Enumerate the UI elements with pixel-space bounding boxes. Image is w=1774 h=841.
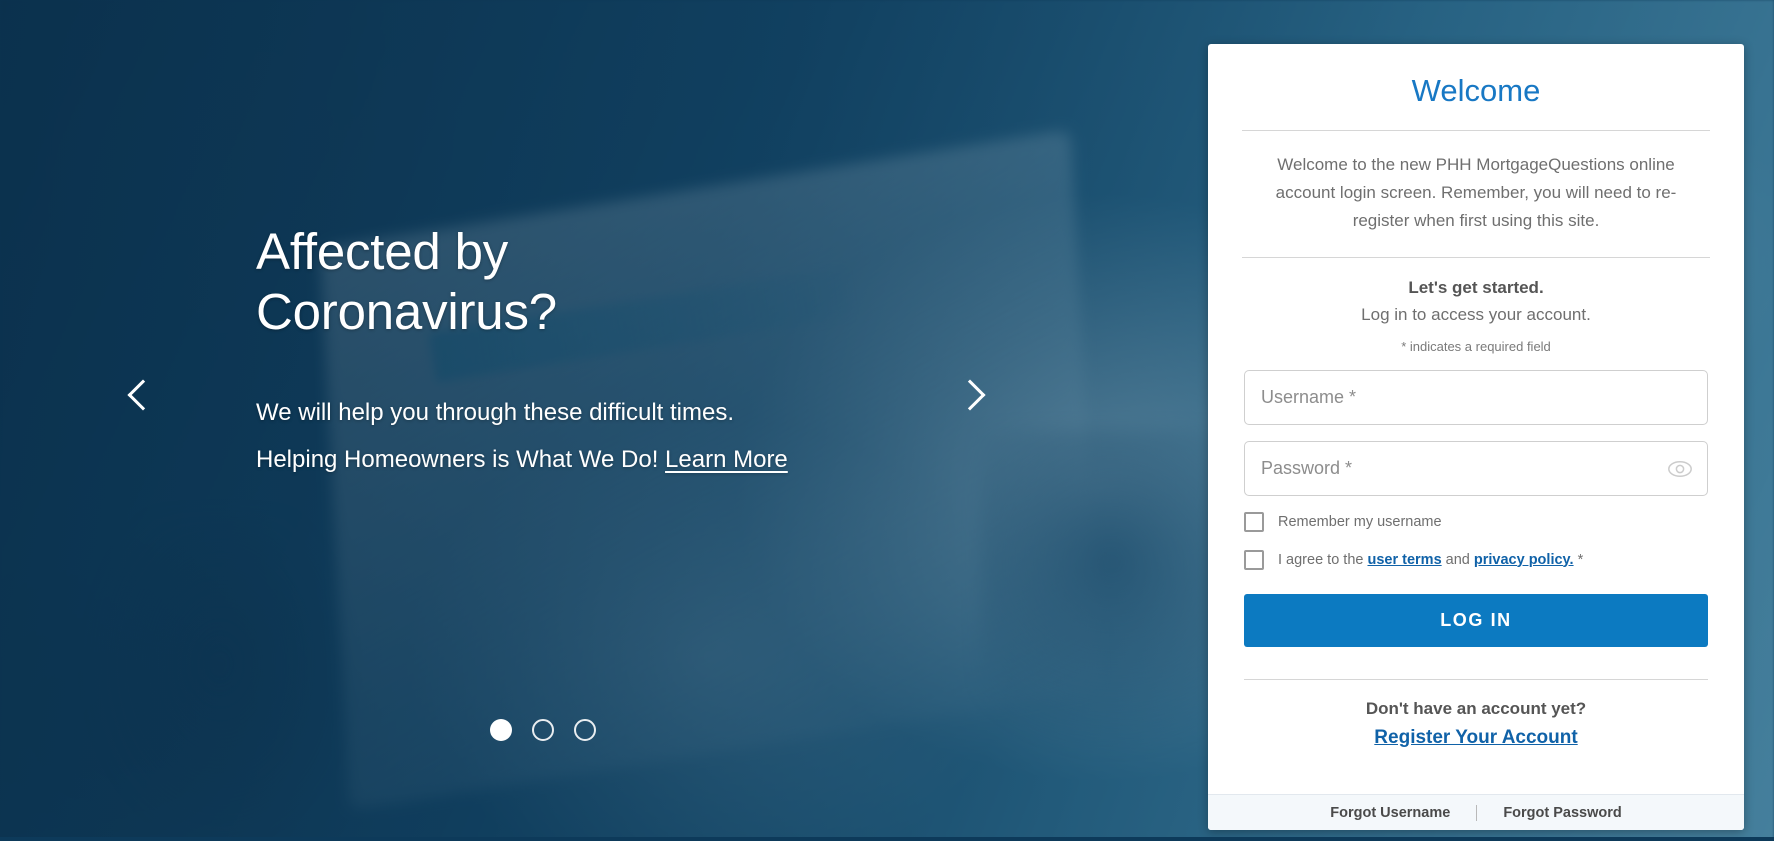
login-button[interactable]: LOG IN [1244, 594, 1708, 648]
page-title: Welcome [1411, 73, 1541, 108]
learn-more-link[interactable]: Learn More [665, 446, 788, 473]
remember-username-label: Remember my username [1278, 513, 1442, 530]
carousel-next-button[interactable] [943, 365, 1003, 425]
register-account-link[interactable]: Register Your Account [1244, 719, 1708, 749]
hero-title: Affected by Coronavirus? [256, 223, 557, 341]
chevron-right-icon [954, 379, 986, 411]
login-page: Affected by Coronavirus? We will help yo… [0, 0, 1774, 841]
hero-subtitle-line-2-text: Helping Homeowners is What We Do! [256, 446, 666, 474]
carousel-dot-1[interactable] [490, 719, 512, 741]
lets-get-started-heading: Let's get started. [1408, 278, 1544, 298]
remember-username-checkbox[interactable] [1244, 512, 1264, 533]
hero-subtitle: We will help you through these difficult… [256, 390, 936, 484]
page-bottom-bar [0, 837, 1774, 841]
carousel-dot-3[interactable] [574, 719, 596, 741]
password-field-wrapper [1244, 441, 1708, 497]
agree-terms-label: I agree to the user terms and privacy po… [1278, 552, 1583, 569]
carousel-dots [490, 719, 596, 741]
hero-copy: Affected by Coronavirus? We will help yo… [256, 222, 936, 484]
username-input[interactable] [1244, 370, 1708, 426]
agree-and-text: and [1441, 551, 1474, 568]
carousel-dot-2[interactable] [532, 719, 554, 741]
agree-terms-checkbox[interactable] [1244, 550, 1264, 571]
eye-icon [1668, 460, 1692, 477]
login-card-body: Welcome Welcome to the new PHH MortgageQ… [1208, 44, 1744, 794]
username-field-wrapper [1244, 370, 1708, 426]
hero-subtitle-line-1: We will help you through these difficult… [256, 399, 735, 427]
password-input[interactable] [1244, 441, 1708, 497]
no-account-text: Don't have an account yet? [1365, 699, 1587, 719]
chevron-left-icon [127, 379, 159, 411]
welcome-message: Welcome to the new PHH MortgageQuestions… [1275, 155, 1677, 231]
agree-terms-row[interactable]: I agree to the user terms and privacy po… [1244, 550, 1708, 571]
login-card: Welcome Welcome to the new PHH MortgageQ… [1208, 44, 1744, 830]
agree-required-star: * [1573, 551, 1584, 568]
agree-prefix-text: I agree to the [1278, 551, 1368, 568]
user-terms-link[interactable]: user terms [1367, 552, 1441, 568]
hero-subtitle-line-2: Helping Homeowners is What We Do! Learn … [256, 437, 936, 484]
privacy-policy-link[interactable]: privacy policy. [1474, 552, 1574, 568]
required-field-note: * indicates a required field [1401, 339, 1551, 355]
login-card-footer: Forgot Username Forgot Password [1208, 794, 1744, 830]
remember-username-row[interactable]: Remember my username [1244, 512, 1708, 533]
forgot-username-link[interactable]: Forgot Username [1304, 805, 1476, 821]
login-instruction: Log in to access your account. [1361, 305, 1591, 325]
password-visibility-toggle-button[interactable] [1664, 453, 1696, 485]
forgot-password-link[interactable]: Forgot Password [1477, 805, 1647, 821]
carousel-prev-button[interactable] [110, 365, 170, 425]
